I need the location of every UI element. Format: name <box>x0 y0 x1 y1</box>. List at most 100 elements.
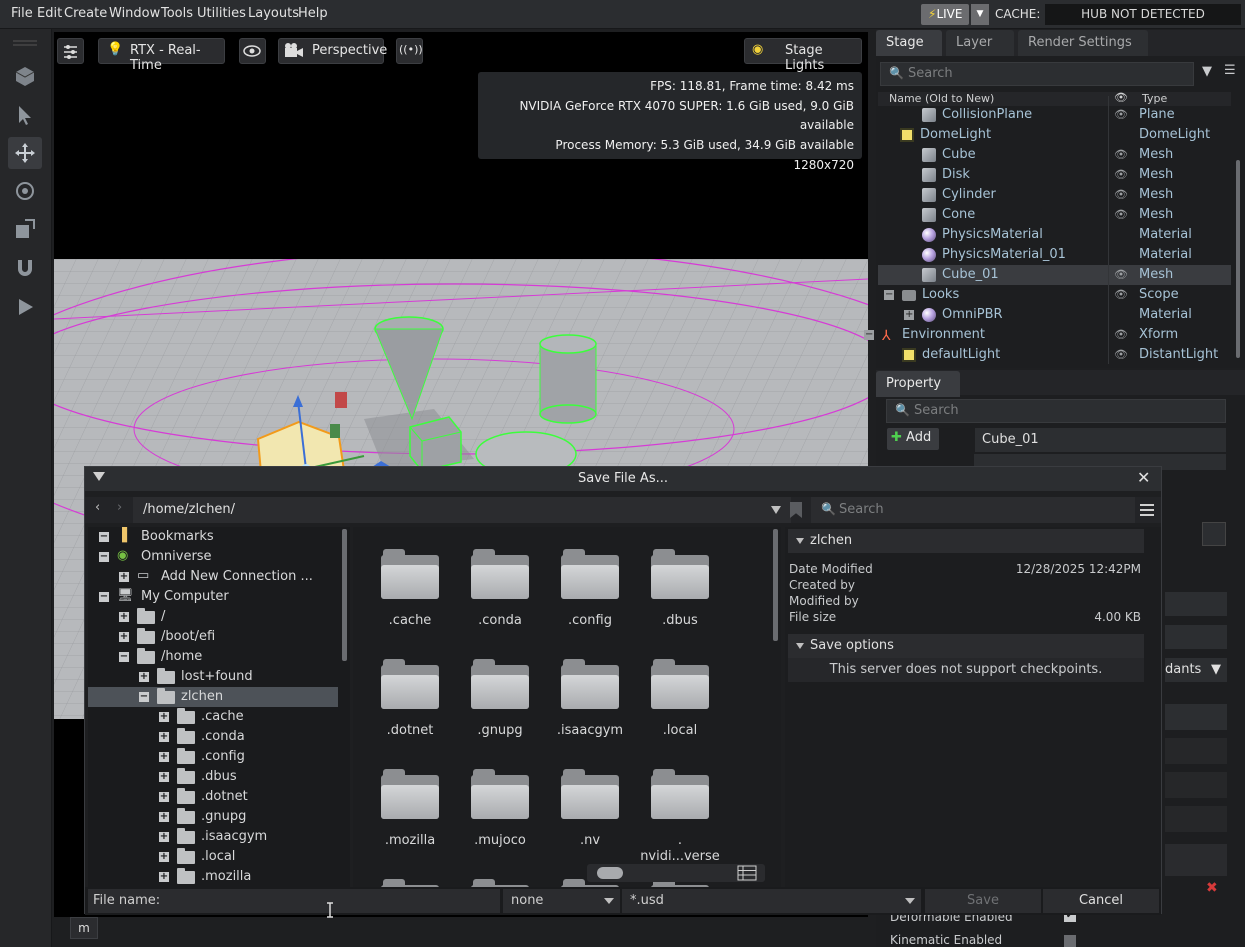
tree-item[interactable]: − 🖥 My Computer <box>88 587 338 607</box>
field-row-2[interactable] <box>1165 704 1227 730</box>
tree-item[interactable]: + .dotnet <box>88 787 338 807</box>
stage-row[interactable]: PhysicsMaterial_01 Material <box>878 245 1231 265</box>
menu-edit[interactable]: Edit <box>37 6 62 21</box>
folder-item[interactable]: .dbus <box>635 549 725 629</box>
tree-item[interactable]: − ◉ Omniverse <box>88 547 338 567</box>
collapse-icon[interactable]: − <box>884 290 894 300</box>
save-options-header[interactable]: Save options <box>788 634 1144 658</box>
stage-lights-button[interactable]: ◉ Stage Lights <box>744 38 862 73</box>
stage-search-input[interactable]: 🔍 Search <box>880 62 1194 86</box>
tree-item[interactable]: − zlchen <box>88 687 338 707</box>
collapse-icon[interactable]: − <box>119 652 129 662</box>
menu-layouts[interactable]: Layouts <box>248 6 299 21</box>
stage-scrollbar[interactable] <box>1236 160 1240 358</box>
folder-item[interactable]: .conda <box>455 549 545 629</box>
folder-item[interactable]: .cache <box>365 549 455 629</box>
folder-item[interactable]: .local <box>635 659 725 739</box>
col-name-header[interactable]: Name (Old to New) <box>889 92 994 105</box>
transform-icon[interactable] <box>1202 522 1226 546</box>
folder-item[interactable]: .dotnet <box>365 659 455 739</box>
tree-item[interactable]: + .cache <box>88 707 338 727</box>
expand-icon[interactable]: + <box>139 672 149 682</box>
close-icon[interactable]: ✕ <box>1137 468 1150 487</box>
prim-name-field[interactable]: Cube_01 <box>975 428 1226 452</box>
tree-item[interactable]: + /boot/efi <box>88 627 338 647</box>
stage-row[interactable]: − Looks 👁 Scope <box>878 285 1231 305</box>
field-row-3[interactable] <box>1165 738 1227 764</box>
viewport-settings-button[interactable] <box>57 38 84 64</box>
menu-utilities[interactable]: Utilities <box>197 6 246 21</box>
zoom-slider-handle[interactable] <box>597 867 623 879</box>
stage-row[interactable]: Cylinder 👁 Mesh <box>878 185 1231 205</box>
eye-icon[interactable]: 👁 <box>1114 208 1128 221</box>
tab-layer[interactable]: Layer <box>946 30 1014 56</box>
kinematic-checkbox[interactable] <box>1064 935 1076 947</box>
field-row-5[interactable] <box>1165 806 1227 832</box>
tree-item[interactable]: + lost+found <box>88 667 338 687</box>
stage-row[interactable]: Cube 👁 Mesh <box>878 145 1231 165</box>
expand-icon[interactable]: + <box>904 310 914 320</box>
renderer-button[interactable]: 💡 RTX - Real-Time <box>98 38 225 73</box>
tree-item[interactable]: + .dbus <box>88 767 338 787</box>
eye-icon[interactable]: 👁 <box>1114 168 1128 181</box>
eye-icon[interactable]: 👁 <box>1114 188 1128 201</box>
expand-icon[interactable]: + <box>119 612 129 622</box>
clear-icon[interactable] <box>1165 625 1227 649</box>
collapse-icon[interactable]: − <box>99 592 109 602</box>
expand-icon[interactable]: + <box>119 572 129 582</box>
stage-row[interactable]: PhysicsMaterial Material <box>878 225 1231 245</box>
move-button[interactable] <box>8 137 42 169</box>
tab-render-settings[interactable]: Render Settings <box>1018 30 1148 56</box>
folder-item[interactable]: .gnupg <box>455 659 545 739</box>
folder-item-partial[interactable] <box>455 879 545 887</box>
collapse-icon[interactable]: − <box>864 330 874 340</box>
dialog-search-input[interactable]: 🔍 Search <box>811 497 1135 523</box>
eye-icon[interactable]: 👁 <box>1114 328 1128 341</box>
select-button[interactable] <box>8 99 42 131</box>
tree-item[interactable]: + .config <box>88 747 338 767</box>
menu-help[interactable]: Help <box>298 6 328 21</box>
tree-item[interactable]: + .conda <box>88 727 338 747</box>
property-search-input[interactable]: 🔍 Search <box>886 399 1226 423</box>
tree-item[interactable]: + .gnupg <box>88 807 338 827</box>
folder-item[interactable]: . nvidi...verse <box>635 769 725 865</box>
stage-menu-icon[interactable]: ☰ <box>1224 63 1236 78</box>
eye-icon[interactable]: 👁 <box>1114 348 1128 361</box>
file-name-input[interactable]: File name: <box>88 889 500 913</box>
cylinder-object[interactable] <box>539 334 597 424</box>
expand-icon[interactable]: + <box>159 712 169 722</box>
cancel-button[interactable]: Cancel <box>1043 889 1159 913</box>
eye-icon[interactable]: 👁 <box>1114 108 1128 121</box>
snap-button[interactable] <box>8 252 42 284</box>
field-row-4[interactable] <box>1165 772 1227 798</box>
tree-item[interactable]: + / <box>88 607 338 627</box>
folder-info-header[interactable]: zlchen <box>788 529 1144 553</box>
col-type-header[interactable]: Type <box>1142 92 1167 105</box>
stage-row[interactable]: Disk 👁 Mesh <box>878 165 1231 185</box>
remove-icon[interactable]: ✖ <box>1206 880 1218 896</box>
tree-item[interactable]: − ▐ Bookmarks <box>88 527 338 547</box>
field-row-1[interactable] <box>1165 592 1227 616</box>
menu-create[interactable]: Create <box>64 6 107 21</box>
folder-item-partial[interactable] <box>365 879 455 887</box>
m-button[interactable]: m <box>70 917 98 939</box>
eye-icon[interactable]: 👁 <box>1114 288 1128 301</box>
collapse-icon[interactable]: − <box>99 532 109 542</box>
live-button[interactable]: ⚡LIVE <box>921 4 969 25</box>
tree-scrollbar[interactable] <box>342 529 347 661</box>
expand-icon[interactable]: + <box>159 732 169 742</box>
path-input[interactable]: /home/zlchen/ <box>133 497 791 523</box>
tab-property[interactable]: Property <box>876 371 960 397</box>
descendants-dropdown[interactable]: dants ▼ <box>1165 658 1227 682</box>
camera-button[interactable]: Perspective <box>278 38 387 64</box>
cube-object[interactable] <box>409 416 462 472</box>
folder-item[interactable]: .isaacgym <box>545 659 635 739</box>
save-button[interactable]: Save <box>925 889 1041 913</box>
collapse-icon[interactable]: − <box>139 692 149 702</box>
grid-scrollbar[interactable] <box>773 529 778 641</box>
tree-item[interactable]: + .mozilla <box>88 867 338 887</box>
back-icon[interactable]: ‹ <box>95 500 100 515</box>
hamburger-menu-icon[interactable] <box>1139 502 1155 518</box>
eye-icon[interactable]: 👁 <box>1114 268 1128 281</box>
filter-icon[interactable]: ▼ <box>1202 64 1212 79</box>
